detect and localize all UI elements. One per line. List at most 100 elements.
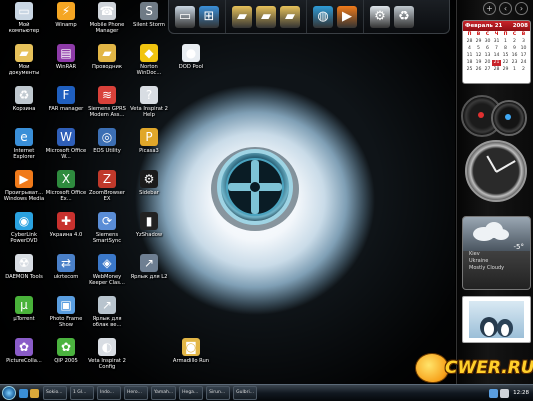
taskbar-button[interactable]: Indo... (97, 386, 121, 400)
desktop-icon[interactable]: ◎ EOS Utility (86, 128, 128, 154)
calendar-day[interactable]: 10 (519, 46, 528, 52)
desktop-icon[interactable]: F FAR manager (45, 86, 87, 112)
desktop-icon[interactable]: ▰ Проводник (86, 44, 128, 70)
globe-icon[interactable]: ◍ (313, 5, 333, 28)
desktop-icon[interactable]: µ µTorrent (3, 296, 45, 322)
documents-icon[interactable]: ▰ (256, 5, 276, 28)
desktop-icon[interactable]: ▮ YzShadow (128, 212, 170, 238)
calendar-day[interactable]: 15 (501, 53, 510, 59)
desktop-icon[interactable]: ◐ Veta Inspirat 2 Config (86, 338, 128, 370)
calendar-day[interactable]: 28 (492, 67, 501, 73)
desktop-icon[interactable]: ≋ Siemens GPRS Modem Ass... (86, 86, 128, 118)
calendar-day[interactable]: 17 (519, 53, 528, 59)
media-player-icon[interactable]: ▶ (337, 5, 357, 28)
desktop-icon[interactable]: ↗ Ярлык для облак ве... (86, 296, 128, 328)
next-icon[interactable]: › (515, 1, 528, 15)
desktop-icon[interactable]: ◉ CyberLink PowerDVD (3, 212, 45, 244)
taskbar-button[interactable]: Hega... (179, 386, 204, 400)
desktop-icon[interactable]: W Microsoft Office W... (45, 128, 87, 160)
tray-network-icon[interactable] (489, 388, 499, 398)
calendar-day[interactable]: 12 (474, 53, 483, 59)
desktop-icon[interactable]: ✿ PictureColla... (3, 338, 45, 364)
calendar-day[interactable]: 28 (465, 39, 474, 45)
calendar-day[interactable]: 7 (492, 46, 501, 52)
slideshow-gadget[interactable] (462, 296, 531, 343)
desktop-icon[interactable]: ☢ DAEMON Tools (3, 254, 45, 280)
calendar-day[interactable]: 19 (474, 60, 483, 66)
calendar-day[interactable]: 8 (501, 46, 510, 52)
calendar-day[interactable]: 16 (510, 53, 519, 59)
desktop-icon[interactable]: P Picasa3 (128, 128, 170, 154)
calendar-day[interactable]: 5 (474, 46, 483, 52)
taskbar-button[interactable]: Sokio... (43, 386, 67, 400)
desktop-icon[interactable]: ◙ Armadillo Run (170, 338, 212, 364)
desktop-icon[interactable]: ✿ QIP 2005 (45, 338, 87, 364)
calendar-day[interactable]: 23 (510, 60, 519, 66)
folder-icon[interactable]: ▰ (232, 5, 252, 28)
desktop-icon[interactable]: ⚡ Winamp (45, 2, 87, 28)
start-button[interactable] (0, 385, 18, 401)
desktop-icon[interactable]: ● DOD Pool (170, 44, 212, 70)
calendar-day[interactable]: 29 (501, 67, 510, 73)
calendar-day[interactable]: 13 (483, 53, 492, 59)
desktop-icon[interactable]: ▭ Мой компьютер (3, 2, 45, 34)
desktop-icon[interactable]: ◈ WebMoney Keeper Clas... (86, 254, 128, 286)
windows-icon[interactable]: ⊞ (199, 5, 219, 28)
add-gadget-icon[interactable]: + (483, 1, 496, 15)
calendar-day[interactable]: 11 (465, 53, 474, 59)
calendar-day[interactable]: 25 (465, 67, 474, 73)
desktop-icon[interactable]: X Microsoft Office Ex... (45, 170, 87, 202)
desktop-icon[interactable]: ⇄ ukrtecom (45, 254, 87, 280)
calendar-day[interactable]: 27 (483, 67, 492, 73)
desktop-icon[interactable]: ◆ Norton WinDoc... (128, 44, 170, 76)
quicklaunch-ie-icon[interactable] (19, 388, 28, 398)
memory-meter-gadget[interactable] (491, 100, 527, 136)
calendar-day[interactable]: 4 (465, 46, 474, 52)
desktop-icon[interactable]: S Silent Storm (128, 2, 170, 28)
calendar-day[interactable]: 3 (519, 39, 528, 45)
calendar-day[interactable]: 31 (492, 39, 501, 45)
desktop-icon[interactable]: ⚙ Sidebar (128, 170, 170, 196)
taskbar-button[interactable]: Yamah... (151, 386, 177, 400)
taskbar-button[interactable]: 1 Gl... (70, 386, 94, 400)
taskbar-button[interactable]: Sirun... (206, 386, 231, 400)
calendar-day[interactable]: 21 (492, 60, 501, 66)
calendar-day[interactable]: 26 (474, 67, 483, 73)
calendar-day[interactable]: 14 (492, 53, 501, 59)
desktop-icon[interactable]: ☎ Mobile Phone Manager (86, 2, 128, 34)
tray-volume-icon[interactable] (500, 388, 510, 398)
desktop-icon[interactable]: ↗ Ярлык для L2 (128, 254, 170, 280)
weather-gadget[interactable]: -5° Kiev Ukraine Mostly Cloudy (462, 216, 531, 290)
desktop-icon[interactable]: ▶ Проигрыват... Windows Media (3, 170, 45, 202)
desktop-icon[interactable]: ▰ Мои документы (3, 44, 45, 76)
desktop-icon[interactable]: ▤ WinRAR (45, 44, 87, 70)
calendar-day[interactable]: 22 (501, 60, 510, 66)
computer-icon[interactable]: ▭ (175, 5, 195, 28)
calendar-day[interactable]: 2 (510, 39, 519, 45)
desktop-icon[interactable]: ? Veta Inspirat 2 Help (128, 86, 170, 118)
prev-icon[interactable]: ‹ (499, 1, 512, 15)
desktop-icon[interactable]: e Internet Explorer (3, 128, 45, 160)
gear-icon[interactable]: ⚙ (370, 5, 390, 28)
calendar-day[interactable]: 2 (519, 67, 528, 73)
calendar-day[interactable]: 24 (519, 60, 528, 66)
calendar-day[interactable]: 6 (483, 46, 492, 52)
desktop-icon[interactable]: ✚ Украина 4.0 (45, 212, 87, 238)
calendar-gadget[interactable]: Февраль 21 2008 П В С Ч П С В 28 29 30 31 1 2 3 4 5 6 7 8 9… (462, 20, 531, 84)
taskbar-clock[interactable]: 12:28 (513, 390, 529, 396)
quicklaunch-folder-icon[interactable] (30, 388, 39, 398)
taskbar-button[interactable]: Gulbri... (233, 386, 258, 400)
calendar-day[interactable]: 1 (510, 67, 519, 73)
calendar-day[interactable]: 1 (501, 39, 510, 45)
desktop-icon[interactable]: ♻ Корзина (3, 86, 45, 112)
calendar-day[interactable]: 20 (483, 60, 492, 66)
calendar-day[interactable]: 29 (474, 39, 483, 45)
recycle-bin-icon[interactable]: ♻ (394, 5, 414, 28)
taskbar-button[interactable]: Hero... (124, 386, 148, 400)
pictures-icon[interactable]: ▰ (280, 5, 300, 28)
calendar-day[interactable]: 9 (510, 46, 519, 52)
clock-gadget[interactable] (465, 140, 527, 202)
desktop-icon[interactable]: Z ZoomBrowser EX (86, 170, 128, 202)
calendar-day[interactable]: 18 (465, 60, 474, 66)
desktop-icon[interactable]: ▣ Photo Frame Show (45, 296, 87, 328)
